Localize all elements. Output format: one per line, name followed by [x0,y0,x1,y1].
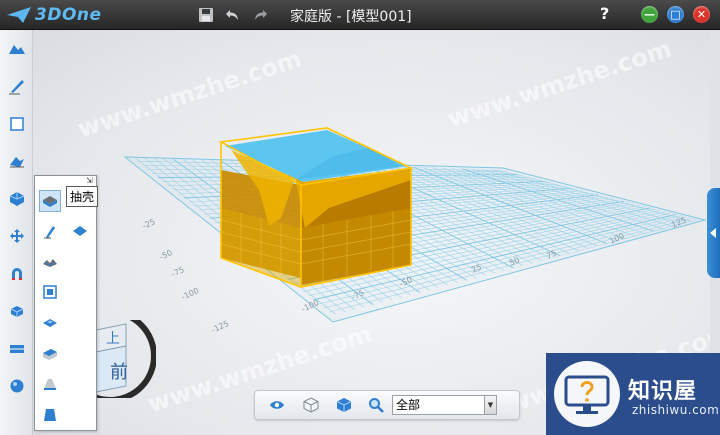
shell-icon [43,196,57,207]
minimize-button[interactable]: — [641,6,658,23]
basic-shapes-icon[interactable] [6,38,28,60]
question-monitor-icon [554,361,620,427]
zoom-icon[interactable] [366,395,386,415]
left-toolbar [0,30,33,435]
close-button[interactable]: ✕ [693,6,710,23]
loft-icon [44,379,56,390]
maximize-button[interactable]: □ [667,6,684,23]
thicken-icon [43,285,57,299]
right-panel-toggle[interactable] [707,188,720,278]
filter-select-value: 全部 [396,398,421,412]
redo-icon[interactable] [250,4,270,26]
undo-icon[interactable] [223,4,243,26]
sweep-tool[interactable] [39,404,61,426]
title-bar: 3DOne 家庭版 - [模型001] ? — □ ✕ [0,0,720,30]
bottom-toolbar: 全部 ▼ [254,390,520,420]
fillet-tool[interactable] [39,220,61,242]
shell-tool[interactable] [39,190,61,212]
paper-plane-icon [7,7,31,23]
draft-tool[interactable] [39,251,61,273]
chevron-left-icon [710,228,716,238]
grid-tick-label: -75 [170,265,186,279]
grid-tick-label: -100 [300,298,320,314]
sketch-edit-icon[interactable] [6,113,28,135]
grid-tick-label: -25 [141,217,157,231]
chamfer-tool[interactable] [69,220,91,242]
transform-icon[interactable] [6,225,28,247]
emboss-tool[interactable] [39,312,61,334]
filter-select[interactable]: 全部 ▼ [392,395,497,415]
save-icon[interactable] [196,4,216,26]
app-logo[interactable]: 3DOne [6,4,102,26]
bevel-icon [43,349,57,360]
app-logo-text: 3DOne [35,5,102,25]
sketch-icon[interactable] [6,75,28,97]
distance-icon[interactable] [6,338,28,360]
material-icon[interactable] [6,375,28,397]
special-feature-palette: ⇲ [34,175,97,431]
watermark-badge: 知识屋 zhishiwu.com [546,353,720,435]
grid-tick-label: -50 [158,248,174,262]
material-icon[interactable] [334,395,354,415]
special-feature-icon[interactable] [6,188,28,210]
chevron-down-icon[interactable]: ▼ [484,396,496,414]
fillet-icon [44,226,55,239]
pin-icon[interactable]: ⇲ [86,177,94,185]
assembly-icon[interactable] [6,263,28,285]
thicken-tool[interactable] [39,281,61,303]
combine-icon[interactable] [6,300,28,322]
shelled-box-model[interactable] [218,127,414,288]
chamfer-icon [73,226,87,236]
bevel-tool[interactable] [39,343,61,365]
window-title: 家庭版 - [模型001] [290,9,412,25]
loft-tool[interactable] [39,373,61,395]
badge-subtitle: zhishiwu.com [632,403,720,417]
view-cube-front-label[interactable]: 前 [110,358,128,384]
view-cube[interactable]: 上 前 [96,320,156,398]
emboss-icon [43,319,57,327]
view-cube-top-label[interactable]: 上 [106,328,120,348]
tooltip-shell: 抽壳 [66,186,99,207]
feature-icon[interactable] [6,150,28,172]
badge-title: 知识屋 [628,379,698,404]
draft-icon [43,259,57,267]
sweep-icon [44,409,56,421]
help-button[interactable]: ? [600,4,609,23]
grid-tick-label: -100 [180,286,200,302]
eye-icon[interactable] [267,395,287,415]
grid-tick-label: -125 [210,319,230,335]
view-cube-icon[interactable] [301,395,321,415]
